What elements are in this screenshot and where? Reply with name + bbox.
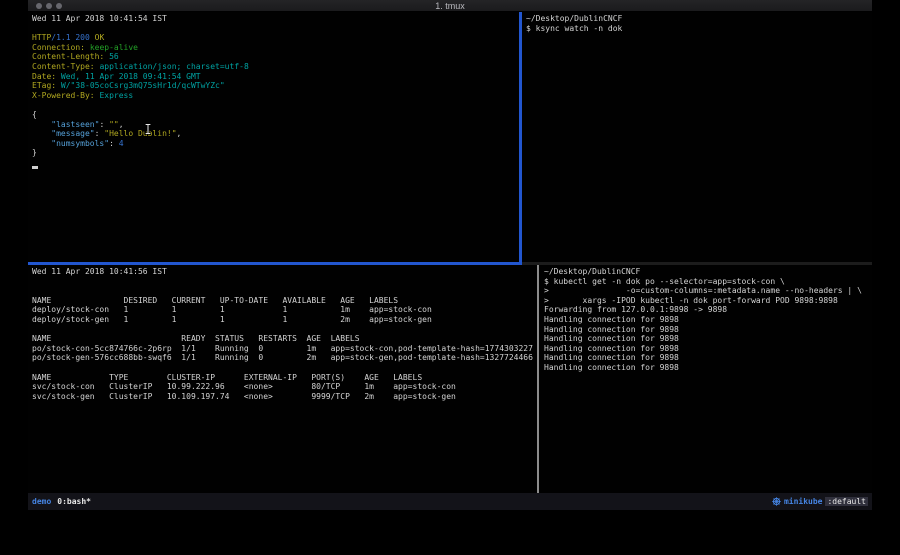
- terminal-line: Handling connection for 9898: [544, 315, 872, 325]
- terminal-line: [32, 100, 519, 110]
- terminal-line: po/stock-gen-576cc688bb-swqf6 1/1 Runnin…: [32, 353, 537, 363]
- port-forward-output: ~/Desktop/DublinCNCF$ kubectl get -n dok…: [544, 267, 872, 373]
- terminal-line: [32, 24, 519, 34]
- terminal-line: NAME READY STATUS RESTARTS AGE LABELS: [32, 334, 537, 344]
- minimize-button[interactable]: [46, 3, 52, 9]
- terminal-line: HTTP/1.1 200 OK: [32, 33, 519, 43]
- terminal-line: Content-Length: 56: [32, 52, 519, 62]
- close-button[interactable]: [36, 3, 42, 9]
- terminal-line: Handling connection for 9898: [544, 334, 872, 344]
- terminal-line: svc/stock-con ClusterIP 10.99.222.96 <no…: [32, 382, 537, 392]
- pane-port-forward[interactable]: ~/Desktop/DublinCNCF$ kubectl get -n dok…: [540, 265, 872, 493]
- terminal-line: Connection: keep-alive: [32, 43, 519, 53]
- window-title: 1. tmux: [28, 0, 872, 12]
- terminal-line: ETag: W/"38-05coCsrg3mQ75sHr1d/qcWTwYZc": [32, 81, 519, 91]
- terminal-line: deploy/stock-con 1 1 1 1 1m app=stock-co…: [32, 305, 537, 315]
- terminal-line: svc/stock-gen ClusterIP 10.109.197.74 <n…: [32, 392, 537, 402]
- kube-namespace: :default: [825, 497, 868, 506]
- pane-kubectl-get[interactable]: Wed 11 Apr 2018 10:41:56 IST NAME DESIRE…: [28, 265, 537, 493]
- session-name[interactable]: demo: [32, 497, 51, 506]
- kubernetes-helm-wheel-icon: [772, 497, 781, 506]
- terminal-line: "numsymbols": 4: [32, 139, 519, 149]
- tmux-status-bar: demo 0:bash* minikube :default: [28, 493, 872, 510]
- terminal-line: [32, 277, 537, 287]
- window-titlebar[interactable]: 1. tmux: [28, 0, 872, 12]
- terminal-line: ~/Desktop/DublinCNCF: [544, 267, 872, 277]
- ksync-output: ~/Desktop/DublinCNCF$ ksync watch -n dok: [526, 14, 872, 33]
- pane-divider-vertical-bottom[interactable]: [537, 265, 539, 493]
- terminal-line: Handling connection for 9898: [544, 344, 872, 354]
- terminal-line: Handling connection for 9898: [544, 363, 872, 373]
- terminal-line: [32, 286, 537, 296]
- terminal-line: Handling connection for 9898: [544, 353, 872, 363]
- terminal-line: $ ksync watch -n dok: [526, 24, 872, 34]
- terminal-line: Date: Wed, 11 Apr 2018 09:41:54 GMT: [32, 72, 519, 82]
- terminal-line: [32, 325, 537, 335]
- terminal-line: Content-Type: application/json; charset=…: [32, 62, 519, 72]
- terminal-line: > -o=custom-columns=:metadata.name --no-…: [544, 286, 872, 296]
- tmux-session: Wed 11 Apr 2018 10:41:54 IST HTTP/1.1 20…: [28, 12, 872, 493]
- desktop-background: 1. tmux Wed 11 Apr 2018 10:41:54 IST HTT…: [0, 0, 900, 555]
- terminal-line: X-Powered-By: Express: [32, 91, 519, 101]
- terminal-line: Wed 11 Apr 2018 10:41:54 IST: [32, 14, 519, 24]
- terminal-line: > xargs -IPOD kubectl -n dok port-forwar…: [544, 296, 872, 306]
- terminal-line: [32, 363, 537, 373]
- mouse-cursor-ibeam-icon: [144, 123, 154, 135]
- terminal-line: "lastseen": "",: [32, 120, 519, 130]
- zoom-button[interactable]: [56, 3, 62, 9]
- terminal-line: Forwarding from 127.0.0.1:9898 -> 9898: [544, 305, 872, 315]
- terminal-line: ~/Desktop/DublinCNCF: [526, 14, 872, 24]
- terminal-line: deploy/stock-gen 1 1 1 1 2m app=stock-ge…: [32, 315, 537, 325]
- terminal-line: Wed 11 Apr 2018 10:41:56 IST: [32, 267, 537, 277]
- pane-ksync-watch[interactable]: ~/Desktop/DublinCNCF$ ksync watch -n dok: [522, 12, 872, 262]
- terminal-line: po/stock-con-5cc874766c-2p6rp 1/1 Runnin…: [32, 344, 537, 354]
- window-label-bash[interactable]: 0:bash*: [57, 497, 91, 506]
- terminal-line: Handling connection for 9898: [544, 325, 872, 335]
- terminal-cursor: [32, 166, 38, 169]
- kubectl-get-output: Wed 11 Apr 2018 10:41:56 IST NAME DESIRE…: [32, 267, 537, 401]
- terminal-line: NAME DESIRED CURRENT UP-TO-DATE AVAILABL…: [32, 296, 537, 306]
- kube-context: minikube: [784, 497, 823, 506]
- terminal-line: NAME TYPE CLUSTER-IP EXTERNAL-IP PORT(S)…: [32, 373, 537, 383]
- terminal-line: "message": "Hello Dublin!",: [32, 129, 519, 139]
- pane-http-response[interactable]: Wed 11 Apr 2018 10:41:54 IST HTTP/1.1 20…: [28, 12, 519, 262]
- terminal-window: 1. tmux Wed 11 Apr 2018 10:41:54 IST HTT…: [28, 0, 872, 510]
- terminal-line: {: [32, 110, 519, 120]
- terminal-line: }: [32, 148, 519, 158]
- http-response-output: Wed 11 Apr 2018 10:41:54 IST HTTP/1.1 20…: [32, 14, 519, 158]
- terminal-line: $ kubectl get -n dok po --selector=app=s…: [544, 277, 872, 287]
